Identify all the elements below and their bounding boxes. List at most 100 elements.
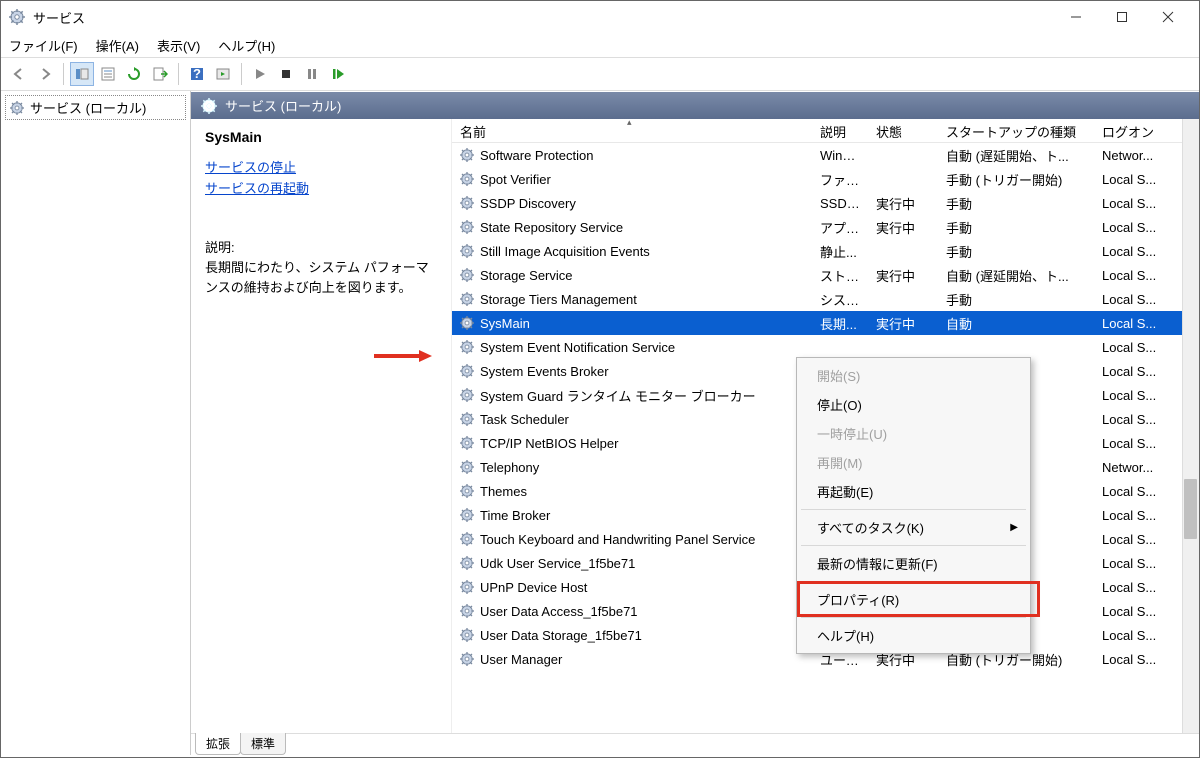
- table-row[interactable]: Software ProtectionWind...自動 (遅延開始、ト...N…: [452, 143, 1199, 167]
- show-hide-tree-button[interactable]: [70, 62, 94, 86]
- tab-standard[interactable]: 標準: [240, 733, 286, 755]
- service-startup: 手動: [938, 194, 1094, 213]
- service-desc: ファイ...: [812, 170, 868, 189]
- scroll-thumb[interactable]: [1184, 479, 1197, 539]
- service-logon: Local S...: [1094, 244, 1166, 259]
- service-name: System Guard ランタイム モニター ブローカー: [480, 386, 756, 405]
- service-logon: Local S...: [1094, 196, 1166, 211]
- gear-icon: [460, 316, 474, 330]
- service-desc: シス テ...: [812, 290, 868, 309]
- column-description[interactable]: 説明: [812, 119, 868, 142]
- gear-icon: [460, 364, 474, 378]
- service-logon: Local S...: [1094, 316, 1166, 331]
- vertical-scrollbar[interactable]: [1182, 119, 1199, 733]
- menu-view[interactable]: 表示(V): [157, 36, 200, 55]
- back-button[interactable]: [7, 62, 31, 86]
- tree-item-services-local[interactable]: サービス (ローカル): [5, 95, 186, 120]
- table-row[interactable]: Storage Tiers Managementシス テ...手動Local S…: [452, 287, 1199, 311]
- svg-text:?: ?: [193, 66, 201, 81]
- gear-icon: [10, 101, 24, 115]
- ctx-start[interactable]: 開始(S): [799, 361, 1028, 390]
- service-name: User Data Access_1f5be71: [480, 604, 638, 619]
- gear-icon: [460, 460, 474, 474]
- service-name: Time Broker: [480, 508, 550, 523]
- service-name: Still Image Acquisition Events: [480, 244, 650, 259]
- menu-action[interactable]: 操作(A): [96, 36, 139, 55]
- column-logon[interactable]: ログオン: [1094, 119, 1166, 142]
- list-header: 名前▴ 説明 状態 スタートアップの種類 ログオン: [452, 119, 1199, 143]
- table-row[interactable]: Still Image Acquisition Events 静止... 手動Loc…: [452, 239, 1199, 263]
- service-status: 実行中: [868, 266, 938, 285]
- table-row[interactable]: SysMain長期...実行中自動Local S...: [452, 311, 1199, 335]
- service-name: User Data Storage_1f5be71: [480, 628, 642, 643]
- minimize-button[interactable]: [1053, 2, 1099, 32]
- ctx-restart[interactable]: 再起動(E): [799, 477, 1028, 506]
- menu-file[interactable]: ファイル(F): [9, 36, 78, 55]
- properties-button[interactable]: [96, 62, 120, 86]
- service-logon: Local S...: [1094, 220, 1166, 235]
- service-name: Storage Service: [480, 268, 573, 283]
- view-tabs: 拡張 標準: [191, 733, 1199, 755]
- close-button[interactable]: [1145, 2, 1191, 32]
- service-logon: Local S...: [1094, 532, 1166, 547]
- service-startup: 手動: [938, 242, 1094, 261]
- table-row[interactable]: Spot Verifierファイ...手動 (トリガー開始)Local S...: [452, 167, 1199, 191]
- maximize-button[interactable]: [1099, 2, 1145, 32]
- restart-service-button[interactable]: [326, 62, 350, 86]
- export-button[interactable]: [148, 62, 172, 86]
- app-icon: [9, 9, 25, 25]
- service-name: User Manager: [480, 652, 562, 667]
- column-name[interactable]: 名前▴: [452, 119, 812, 142]
- service-logon: Local S...: [1094, 436, 1166, 451]
- service-desc: SSDP ...: [812, 196, 868, 211]
- column-status[interactable]: 状態: [868, 119, 938, 142]
- service-startup: 手動: [938, 290, 1094, 309]
- ctx-help[interactable]: ヘルプ(H): [799, 621, 1028, 650]
- service-startup: 自動 (遅延開始、ト...: [938, 146, 1094, 165]
- forward-button[interactable]: [33, 62, 57, 86]
- pause-service-button[interactable]: [300, 62, 324, 86]
- main-panel: サービス (ローカル) SysMain サービスの停止 サービスの再起動 説明:…: [191, 91, 1199, 755]
- main-header-title: サービス (ローカル): [225, 96, 341, 115]
- service-logon: Local S...: [1094, 364, 1166, 379]
- table-row[interactable]: Storage Serviceストレ...実行中自動 (遅延開始、ト...Loc…: [452, 263, 1199, 287]
- gear-icon: [460, 508, 474, 522]
- ctx-properties[interactable]: プロパティ(R): [799, 585, 1028, 614]
- tab-extended[interactable]: 拡張: [195, 733, 241, 755]
- service-name: Telephony: [480, 460, 539, 475]
- menu-help[interactable]: ヘルプ(H): [218, 36, 275, 55]
- description-label: 説明:: [205, 237, 437, 256]
- service-status: 実行中: [868, 218, 938, 237]
- help-button[interactable]: ?: [185, 62, 209, 86]
- stop-service-link[interactable]: サービスの停止: [205, 157, 437, 176]
- gear-icon: [460, 436, 474, 450]
- ctx-pause[interactable]: 一時停止(U): [799, 419, 1028, 448]
- title-bar: サービス: [1, 1, 1199, 33]
- toolbar: ?: [1, 57, 1199, 91]
- column-startup-type[interactable]: スタートアップの種類: [938, 119, 1094, 142]
- table-row[interactable]: System Event Notification ServiceLocal S…: [452, 335, 1199, 359]
- ctx-all-tasks[interactable]: すべてのタスク(K)▶: [799, 513, 1028, 542]
- gear-icon: [460, 148, 474, 162]
- ctx-refresh[interactable]: 最新の情報に更新(F): [799, 549, 1028, 578]
- run-button[interactable]: [211, 62, 235, 86]
- service-logon: Local S...: [1094, 412, 1166, 427]
- ctx-resume[interactable]: 再開(M): [799, 448, 1028, 477]
- tree-item-label: サービス (ローカル): [30, 98, 146, 117]
- submenu-arrow-icon: ▶: [1010, 522, 1018, 533]
- service-status: 実行中: [868, 194, 938, 213]
- service-logon: Local S...: [1094, 484, 1166, 499]
- restart-service-link[interactable]: サービスの再起動: [205, 178, 437, 197]
- service-name: UPnP Device Host: [480, 580, 587, 595]
- start-service-button[interactable]: [248, 62, 272, 86]
- service-desc: 静止...: [812, 242, 868, 261]
- ctx-stop[interactable]: 停止(O): [799, 390, 1028, 419]
- service-name: SysMain: [480, 316, 530, 331]
- stop-service-button[interactable]: [274, 62, 298, 86]
- refresh-button[interactable]: [122, 62, 146, 86]
- description-text: 長期間にわたり、システム パフォーマンスの維持および向上を図ります。: [205, 258, 437, 297]
- gear-icon: [460, 604, 474, 618]
- service-startup: 手動 (トリガー開始): [938, 170, 1094, 189]
- table-row[interactable]: SSDP DiscoverySSDP ...実行中手動Local S...: [452, 191, 1199, 215]
- table-row[interactable]: State Repository Serviceアプリ...実行中手動Local…: [452, 215, 1199, 239]
